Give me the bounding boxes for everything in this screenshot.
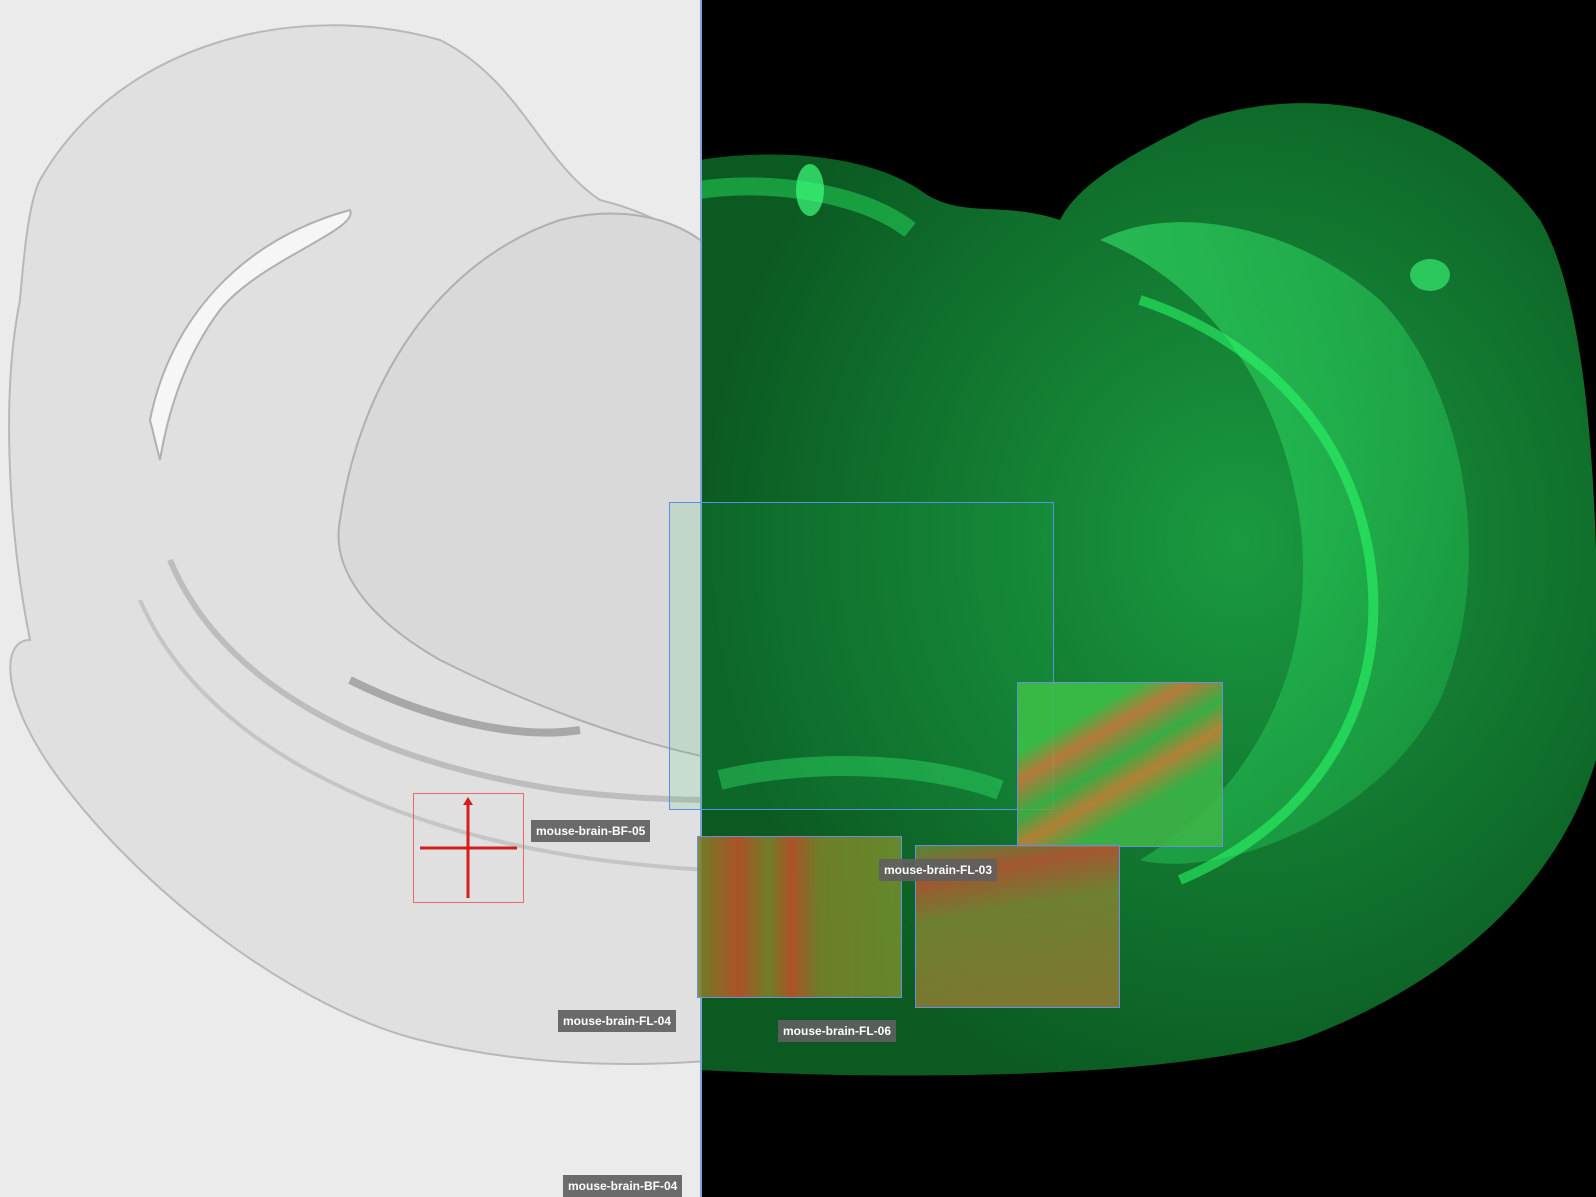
move-crosshair-icon[interactable] [413,793,524,903]
label-mouse-brain-fl-03: mouse-brain-FL-03 [879,859,998,881]
label-mouse-brain-fl-06: mouse-brain-FL-06 [778,1020,897,1042]
label-mouse-brain-bf-04: mouse-brain-BF-04 [563,1175,683,1197]
tile-fl-06[interactable] [697,836,902,998]
tile-fl-03[interactable] [1017,682,1223,847]
region-box-fl-04[interactable] [669,502,1054,810]
label-mouse-brain-bf-05: mouse-brain-BF-05 [531,820,651,842]
label-mouse-brain-fl-04: mouse-brain-FL-04 [558,1010,677,1032]
slide-viewer-canvas[interactable]: mouse-brain-BF-05 mouse-brain-FL-03 mous… [0,0,1596,1197]
